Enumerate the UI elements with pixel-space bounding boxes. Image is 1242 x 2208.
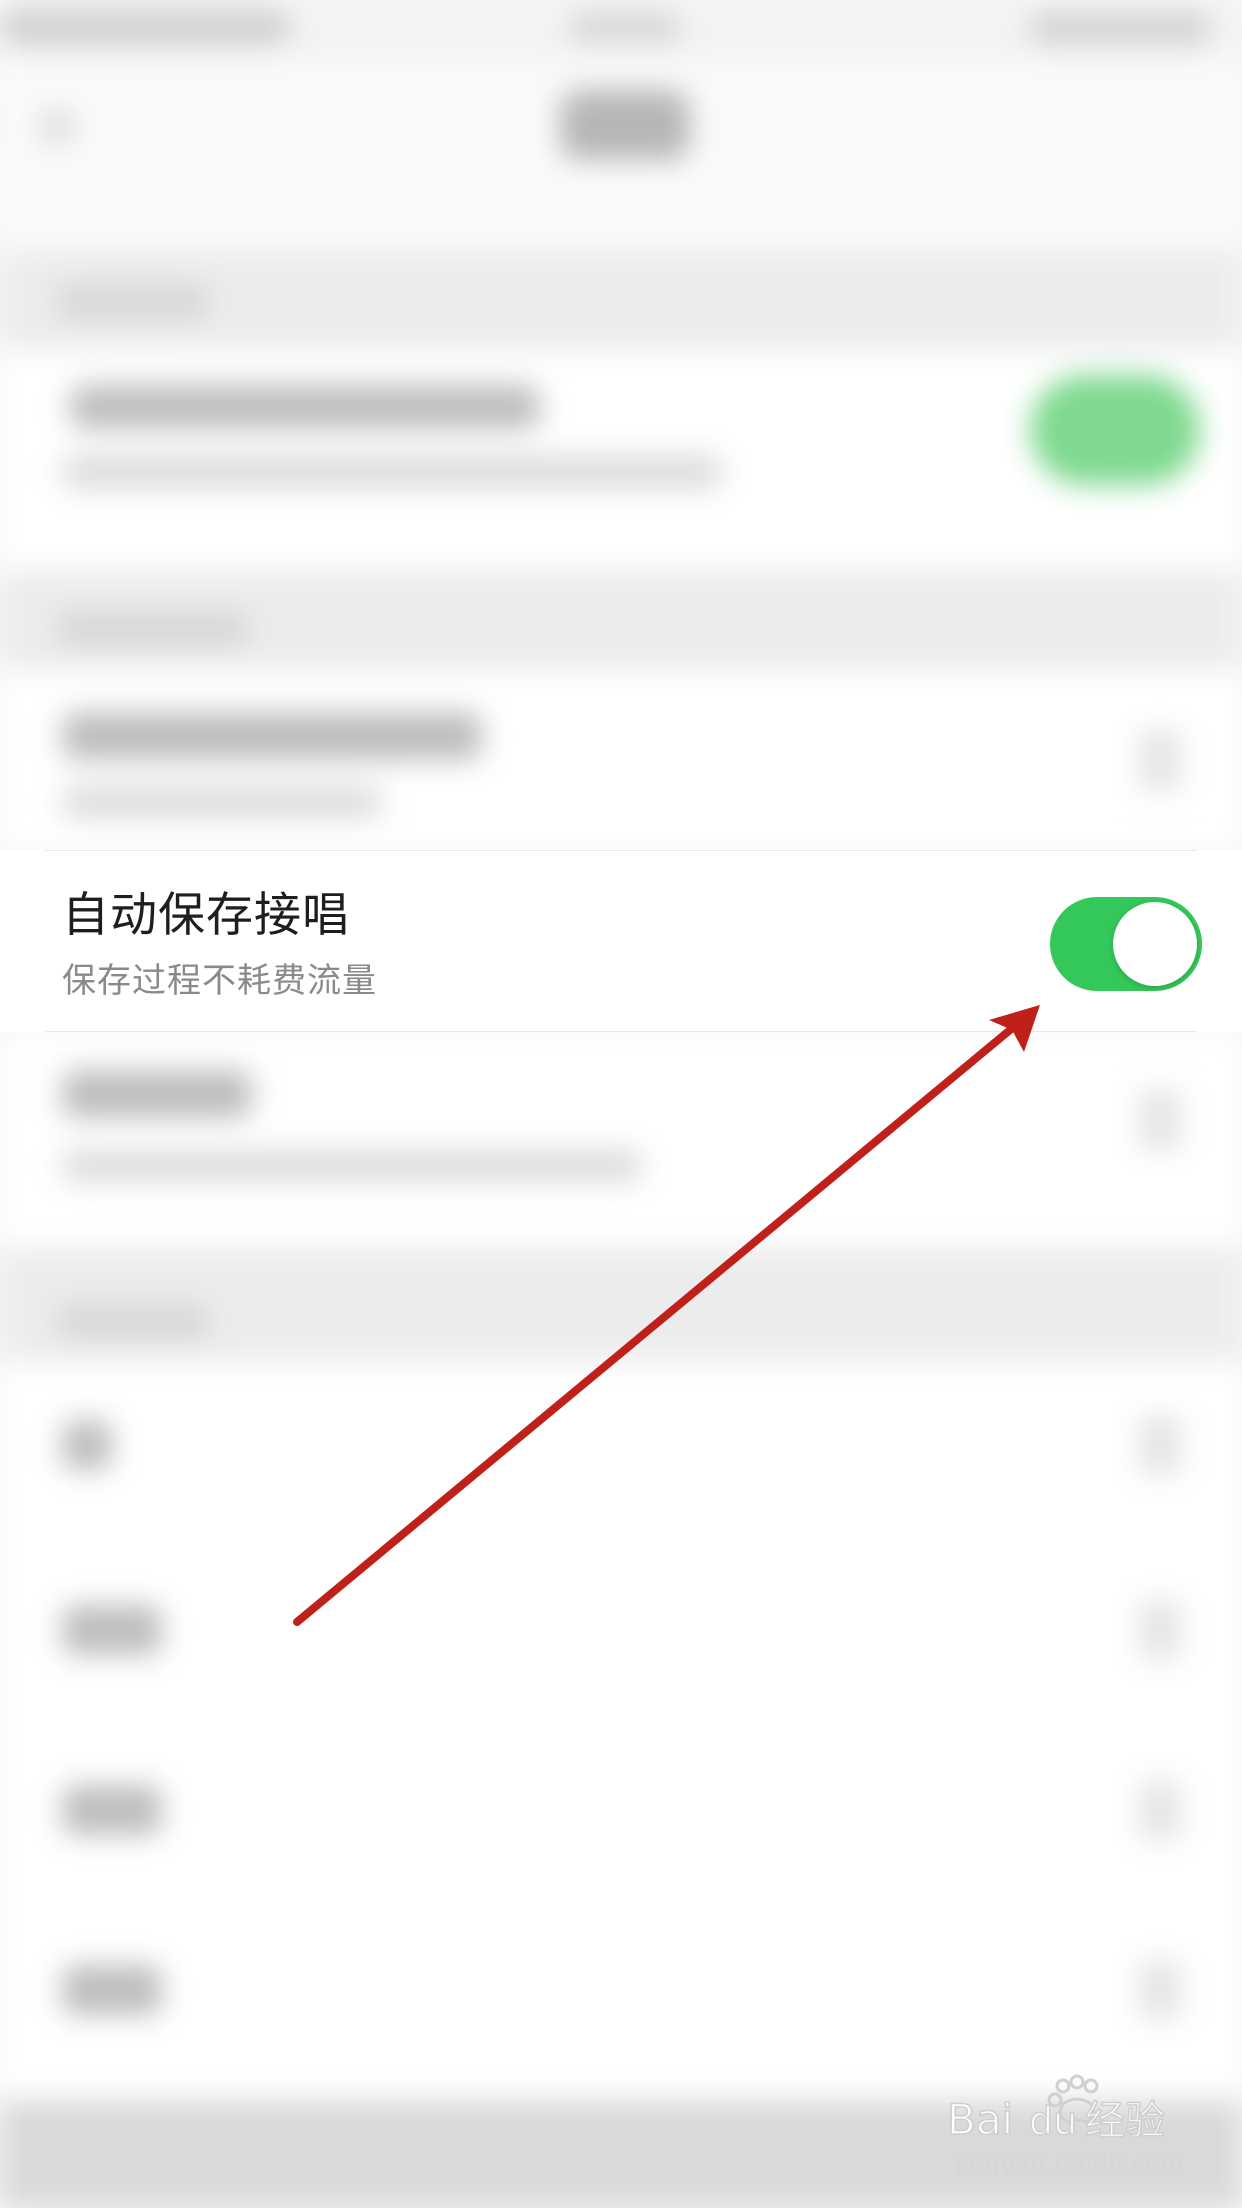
- back-icon[interactable]: [40, 110, 74, 144]
- svg-text:du: du: [1029, 2099, 1077, 2143]
- auto-save-toggle[interactable]: [1050, 897, 1202, 991]
- divider: [45, 1031, 1197, 1032]
- toggle-knob: [1113, 902, 1197, 986]
- row-title: [62, 1420, 112, 1470]
- page-title: [560, 90, 690, 160]
- svg-text:经验: 经验: [1085, 2098, 1165, 2144]
- chevron-right-icon: [1140, 730, 1180, 790]
- blurred-background: [0, 0, 1242, 2208]
- section-label: [58, 285, 208, 319]
- row-subtitle: [62, 455, 722, 489]
- status-bar-right: [1030, 12, 1210, 44]
- watermark-url: jingyan.baidu.com: [955, 2150, 1185, 2178]
- auto-save-subtitle: 保存过程不耗费流量: [62, 961, 377, 1001]
- baidu-watermark: Bai du 经验 jingyan.baidu.com: [945, 2072, 1185, 2182]
- row-title: [62, 1965, 162, 2015]
- row-title: [70, 385, 540, 429]
- row-title: [62, 1605, 162, 1655]
- section-label: [58, 1305, 208, 1339]
- svg-text:Bai: Bai: [947, 2095, 1013, 2144]
- chevron-right-icon: [1140, 1415, 1180, 1475]
- settings-list: [0, 1362, 1242, 2102]
- chevron-right-icon: [1140, 1960, 1180, 2020]
- settings-row[interactable]: [0, 670, 1242, 850]
- status-bar-time: [570, 12, 680, 42]
- row-title: [62, 712, 482, 760]
- auto-save-title: 自动保存接唱: [62, 888, 350, 943]
- chevron-right-icon: [1140, 1780, 1180, 1840]
- status-bar-left: [0, 10, 290, 44]
- settings-screen: 自动保存接唱 保存过程不耗费流量 Bai du 经验 jingyan.baidu…: [0, 0, 1242, 2208]
- section-label: [58, 612, 248, 646]
- chevron-right-icon: [1140, 1600, 1180, 1660]
- toggle-switch[interactable]: [1030, 375, 1200, 485]
- settings-row[interactable]: [0, 1032, 1242, 1247]
- baidu-jingyan-logo: Bai du 经验: [946, 2074, 1166, 2145]
- row-title: [62, 1070, 252, 1118]
- row-subtitle: [62, 786, 382, 818]
- row-title: [62, 1785, 162, 1835]
- divider: [45, 850, 1197, 851]
- row-subtitle: [62, 1150, 642, 1182]
- chevron-right-icon: [1140, 1090, 1180, 1150]
